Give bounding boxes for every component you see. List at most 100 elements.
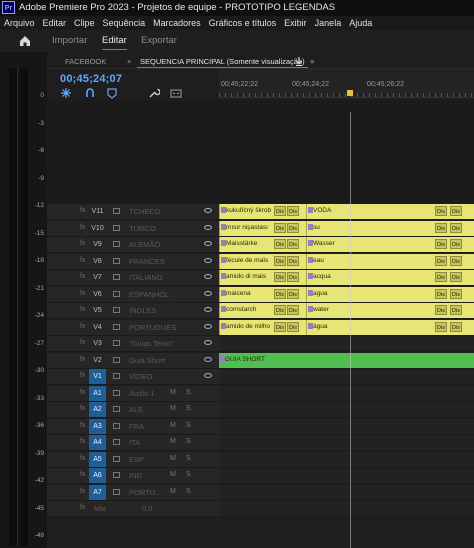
lock-icon[interactable]: fx [80,504,85,511]
track-lane[interactable]: fécule de maïs Dis Dis eau Dis Dis [219,253,474,270]
eye-icon[interactable] [204,323,212,329]
menu-marcadores[interactable]: Marcadores [149,16,205,30]
menu-sequencia[interactable]: Sequência [99,16,150,30]
track-target[interactable]: V6 [89,287,106,302]
add-marker-icon[interactable] [106,87,118,99]
download-arrow-icon[interactable] [295,57,303,66]
track-label[interactable]: ITA [129,438,140,447]
sync-lock-icon[interactable] [113,455,120,462]
track-label[interactable]: TCHECO [129,207,161,216]
track-lane[interactable]: cornstarch Dis Dis water Dis Dis [219,303,474,319]
lock-icon[interactable]: fx [80,257,85,264]
dissolve-transition[interactable]: Dis [287,272,299,282]
eye-icon[interactable] [204,356,212,362]
wrench-icon[interactable] [148,87,160,99]
caption-clip[interactable]: água Dis Dis [306,319,474,335]
track-target[interactable]: A7 [89,484,106,500]
track-label[interactable]: ALEMÃO [129,240,160,249]
dissolve-transition[interactable]: Dis [287,206,299,216]
sync-lock-icon[interactable] [113,208,120,214]
dissolve-transition[interactable]: Dis [435,305,447,315]
dissolve-transition[interactable]: Dis [435,288,447,299]
track-target[interactable]: A4 [89,435,106,450]
dissolve-transition[interactable]: Dis [450,206,462,216]
caption-clip[interactable]: acqua Dis Dis [306,270,474,285]
eye-icon[interactable] [204,373,212,378]
playhead-handle[interactable] [347,90,353,96]
dissolve-transition[interactable]: Dis [287,239,299,249]
track-label[interactable]: INGLES [129,306,157,315]
tab-close-icon[interactable]: × [127,57,131,66]
track-lane[interactable] [219,385,474,402]
solo-button[interactable]: S [186,405,191,412]
track-lane[interactable] [219,369,474,385]
dissolve-transition[interactable]: Dis [435,255,447,266]
dissolve-transition[interactable]: Dis [274,222,286,233]
track-label[interactable]: TURCO [129,224,156,233]
dissolve-transition[interactable]: Dis [287,255,299,266]
caption-clip[interactable]: amido de milho Dis Dis [219,319,306,335]
dissolve-transition[interactable]: Dis [435,239,447,249]
track-target[interactable]: V4 [89,320,106,335]
eye-icon[interactable] [204,257,212,263]
lock-icon[interactable]: fx [80,455,85,462]
sync-lock-icon[interactable] [113,488,120,495]
sync-lock-icon[interactable] [113,422,120,429]
track-lane[interactable] [219,402,474,418]
dissolve-transition[interactable]: Dis [274,206,286,216]
dissolve-transition[interactable]: Dis [435,206,447,216]
track-lane[interactable] [219,418,474,435]
captions-icon[interactable] [170,87,182,99]
eye-icon[interactable] [204,208,212,213]
lock-icon[interactable]: fx [80,240,85,247]
track-label[interactable]: ALE [129,405,143,414]
menu-janela[interactable]: Janela [311,16,346,30]
track-target[interactable]: V11 [89,204,106,219]
eye-icon[interactable] [204,224,212,230]
sync-lock-icon[interactable] [113,373,120,379]
mute-button[interactable]: M [170,455,176,462]
caption-clip[interactable]: water Dis Dis [306,303,474,318]
track-lane[interactable] [219,451,474,468]
sync-lock-icon[interactable] [113,241,120,247]
track-label[interactable]: PORTUGUES [129,323,176,332]
mute-button[interactable]: M [170,488,176,495]
dissolve-transition[interactable]: Dis [450,239,462,249]
solo-button[interactable]: S [186,488,191,495]
sync-lock-icon[interactable] [113,340,120,346]
dissolve-transition[interactable]: Dis [450,321,462,332]
menu-clipe[interactable]: Clipe [70,16,99,30]
solo-button[interactable]: S [186,438,191,445]
dissolve-transition[interactable]: Dis [287,222,299,233]
sync-lock-icon[interactable] [113,439,120,445]
lock-icon[interactable]: fx [80,389,85,396]
mute-button[interactable]: M [170,405,176,412]
track-target[interactable]: A6 [89,468,106,483]
caption-clip[interactable]: Maisstärke Dis Dis [219,237,306,252]
eye-icon[interactable] [204,241,212,246]
tab-facebook[interactable]: FACEBOOK [65,57,106,66]
track-lane[interactable]: amido de milho Dis Dis água Dis Dis [219,319,474,336]
caption-clip[interactable]: mısır nişastası Dis Dis [219,220,306,236]
track-lane[interactable]: amido di mais Dis Dis acqua Dis Dis [219,270,474,286]
track-target[interactable]: V9 [89,237,106,252]
track-lane[interactable]: maicena Dis Dis agua Dis Dis [219,286,474,303]
caption-clip[interactable]: kukuřičný škrob Dis Dis [219,204,306,219]
lock-icon[interactable]: fx [80,471,85,478]
track-label[interactable]: ESP [129,455,144,464]
lock-icon[interactable]: fx [80,290,85,297]
sync-lock-icon[interactable] [113,323,120,330]
lock-icon[interactable]: fx [80,356,85,363]
dissolve-transition[interactable]: Dis [450,255,462,266]
eye-icon[interactable] [204,307,212,312]
menu-arquivo[interactable]: Arquivo [0,16,39,30]
sync-lock-icon[interactable] [113,290,120,297]
track-lane[interactable] [219,435,474,451]
track-target[interactable]: V10 [89,221,106,236]
sync-lock-icon[interactable] [113,257,120,264]
guide-clip[interactable]: GUIA SHORT [219,352,474,368]
solo-button[interactable]: S [186,471,191,478]
mute-button[interactable]: M [170,438,176,445]
track-label[interactable]: ESPANHOL [129,290,169,299]
dissolve-transition[interactable]: Dis [435,321,447,332]
